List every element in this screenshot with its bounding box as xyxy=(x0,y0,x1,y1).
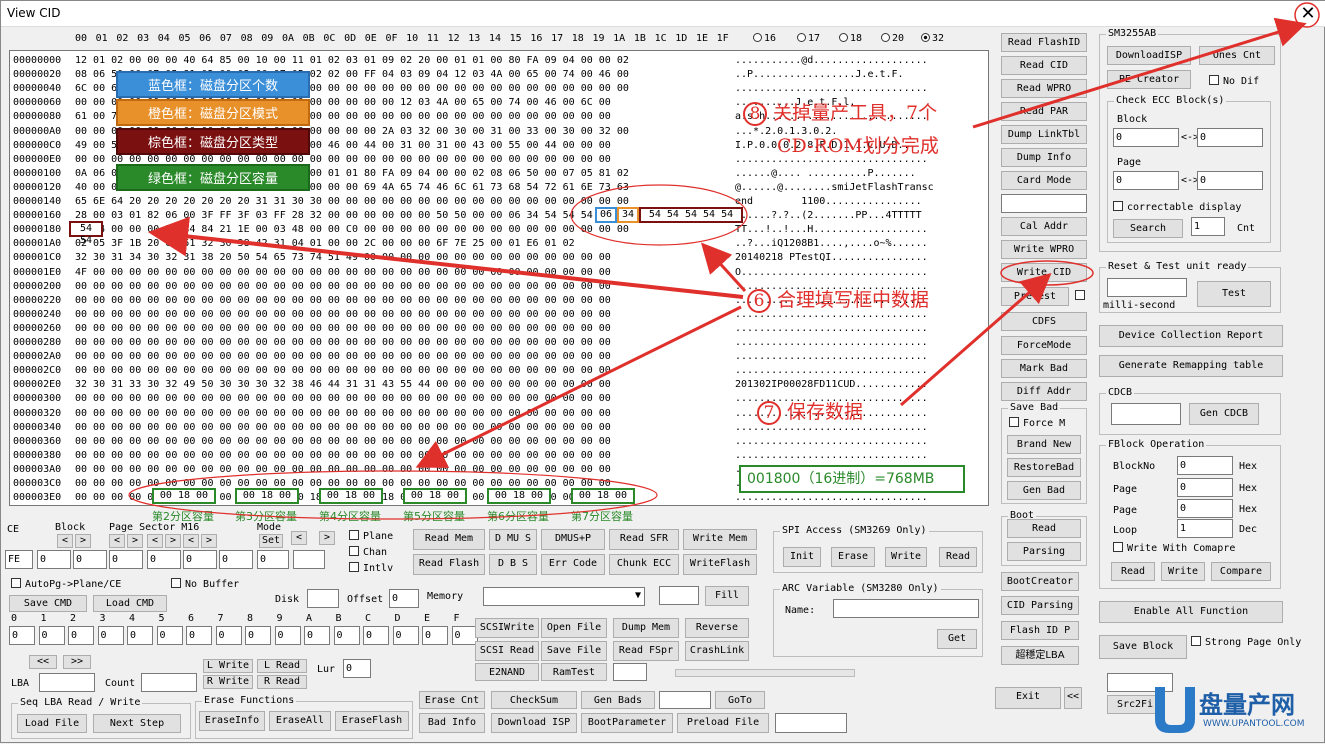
view-cid-window: View CID ✕ 00 01 02 03 04 05 06 07 08 09 0A 0B 0C 0D 0… xyxy=(0,0,1325,743)
annotation-arrows xyxy=(128,2,1320,520)
arrow-step6-down xyxy=(415,305,742,468)
write-cid-highlight xyxy=(1000,260,1094,286)
arrow-step8 xyxy=(972,17,1307,129)
highlight-ellipse-top xyxy=(570,184,748,246)
arrow-step7 xyxy=(900,273,1052,407)
arrow-step6-left xyxy=(148,216,744,299)
arrow-step6-up xyxy=(700,242,747,293)
highlight-ellipse-bottom xyxy=(128,470,658,520)
close-highlight xyxy=(1294,2,1320,28)
